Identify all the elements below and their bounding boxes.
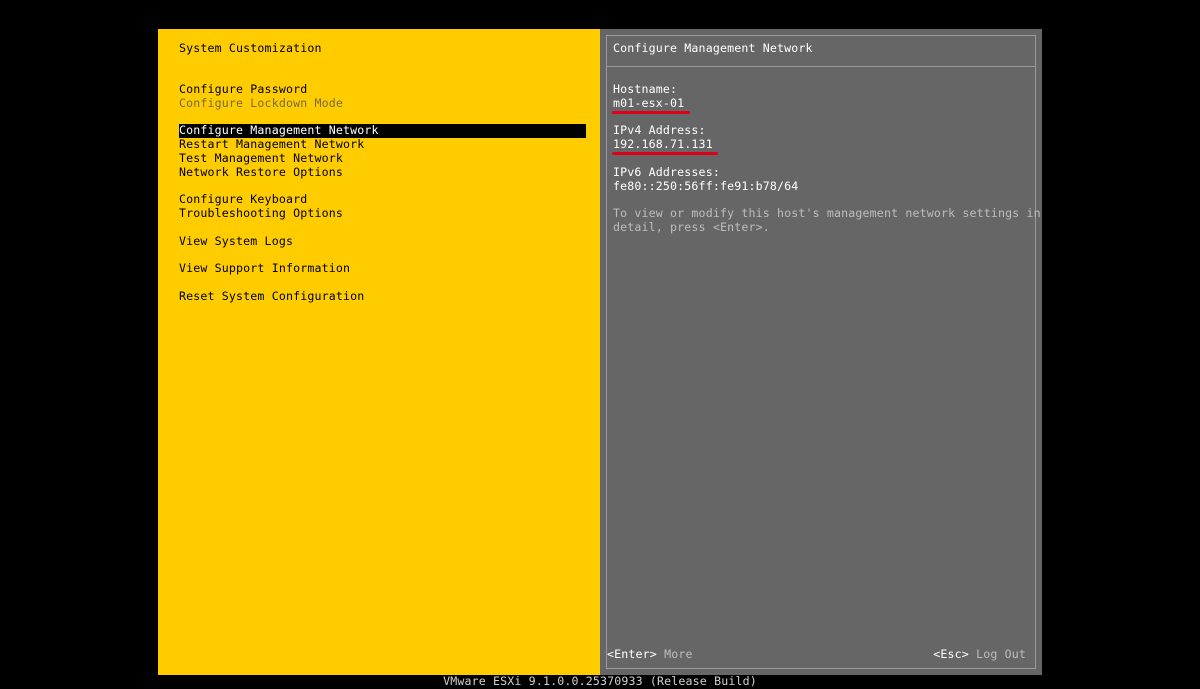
network-settings-hint-line-1: To view or modify this host's management… [613,206,1041,221]
panel-frame-bottom [606,668,1036,669]
ipv4-underline-annotation [612,152,718,155]
ipv4-address-label: IPv4 Address: [613,123,706,138]
panel-title-divider [606,66,1036,67]
menu-item-configure-keyboard[interactable]: Configure Keyboard [179,193,307,207]
configure-management-network-title: Configure Management Network [613,41,813,55]
enter-key-label: <Enter> [607,647,657,661]
panel-frame-top [606,35,1036,36]
network-settings-hint-line-2: detail, press <Enter>. [613,220,770,234]
more-action-label: More [664,647,693,661]
menu-item-configure-password[interactable]: Configure Password [179,82,307,97]
menu-item-restart-management-network[interactable]: Restart Management Network [179,137,364,152]
panel-frame-left [606,35,607,669]
menu-item-network-restore-options[interactable]: Network Restore Options [179,165,343,180]
ipv4-address-value: 192.168.71.131 [613,137,713,152]
ipv6-addresses-value: fe80::250:56ff:fe91:b78/64 [613,178,799,193]
esc-log-out-action[interactable]: <Esc> Log Out [933,647,1026,662]
build-version-status: VMware ESXi 9.1.0.0.25370933 (Release Bu… [443,674,757,688]
menu-item-reset-system-configuration[interactable]: Reset System Configuration [179,289,364,304]
hostname-value: m01-esx-01 [613,95,685,110]
menu-item-view-support-information[interactable]: View Support Information [179,262,350,276]
enter-more-action[interactable]: <Enter> More [607,647,693,662]
log-out-action-label: Log Out [976,647,1026,661]
esc-key-label: <Esc> [933,647,969,661]
hostname-underline-annotation [612,111,690,114]
ipv6-addresses-label: IPv6 Addresses: [613,164,720,179]
menu-item-view-system-logs[interactable]: View System Logs [179,234,293,249]
system-customization-panel: System Customization Configure Password … [158,29,600,675]
panel-frame-right [1035,35,1036,669]
dcui-window: System Customization Configure Password … [158,29,1042,675]
system-customization-title: System Customization [179,41,322,55]
menu-item-test-management-network[interactable]: Test Management Network [179,151,343,166]
menu-item-troubleshooting-options[interactable]: Troubleshooting Options [179,206,343,221]
configure-management-network-panel: Configure Management Network Hostname: m… [600,29,1042,675]
menu-item-configure-lockdown-mode[interactable]: Configure Lockdown Mode [179,96,343,111]
hostname-label: Hostname: [613,82,678,96]
menu-item-configure-management-network[interactable]: Configure Management Network [179,124,586,139]
